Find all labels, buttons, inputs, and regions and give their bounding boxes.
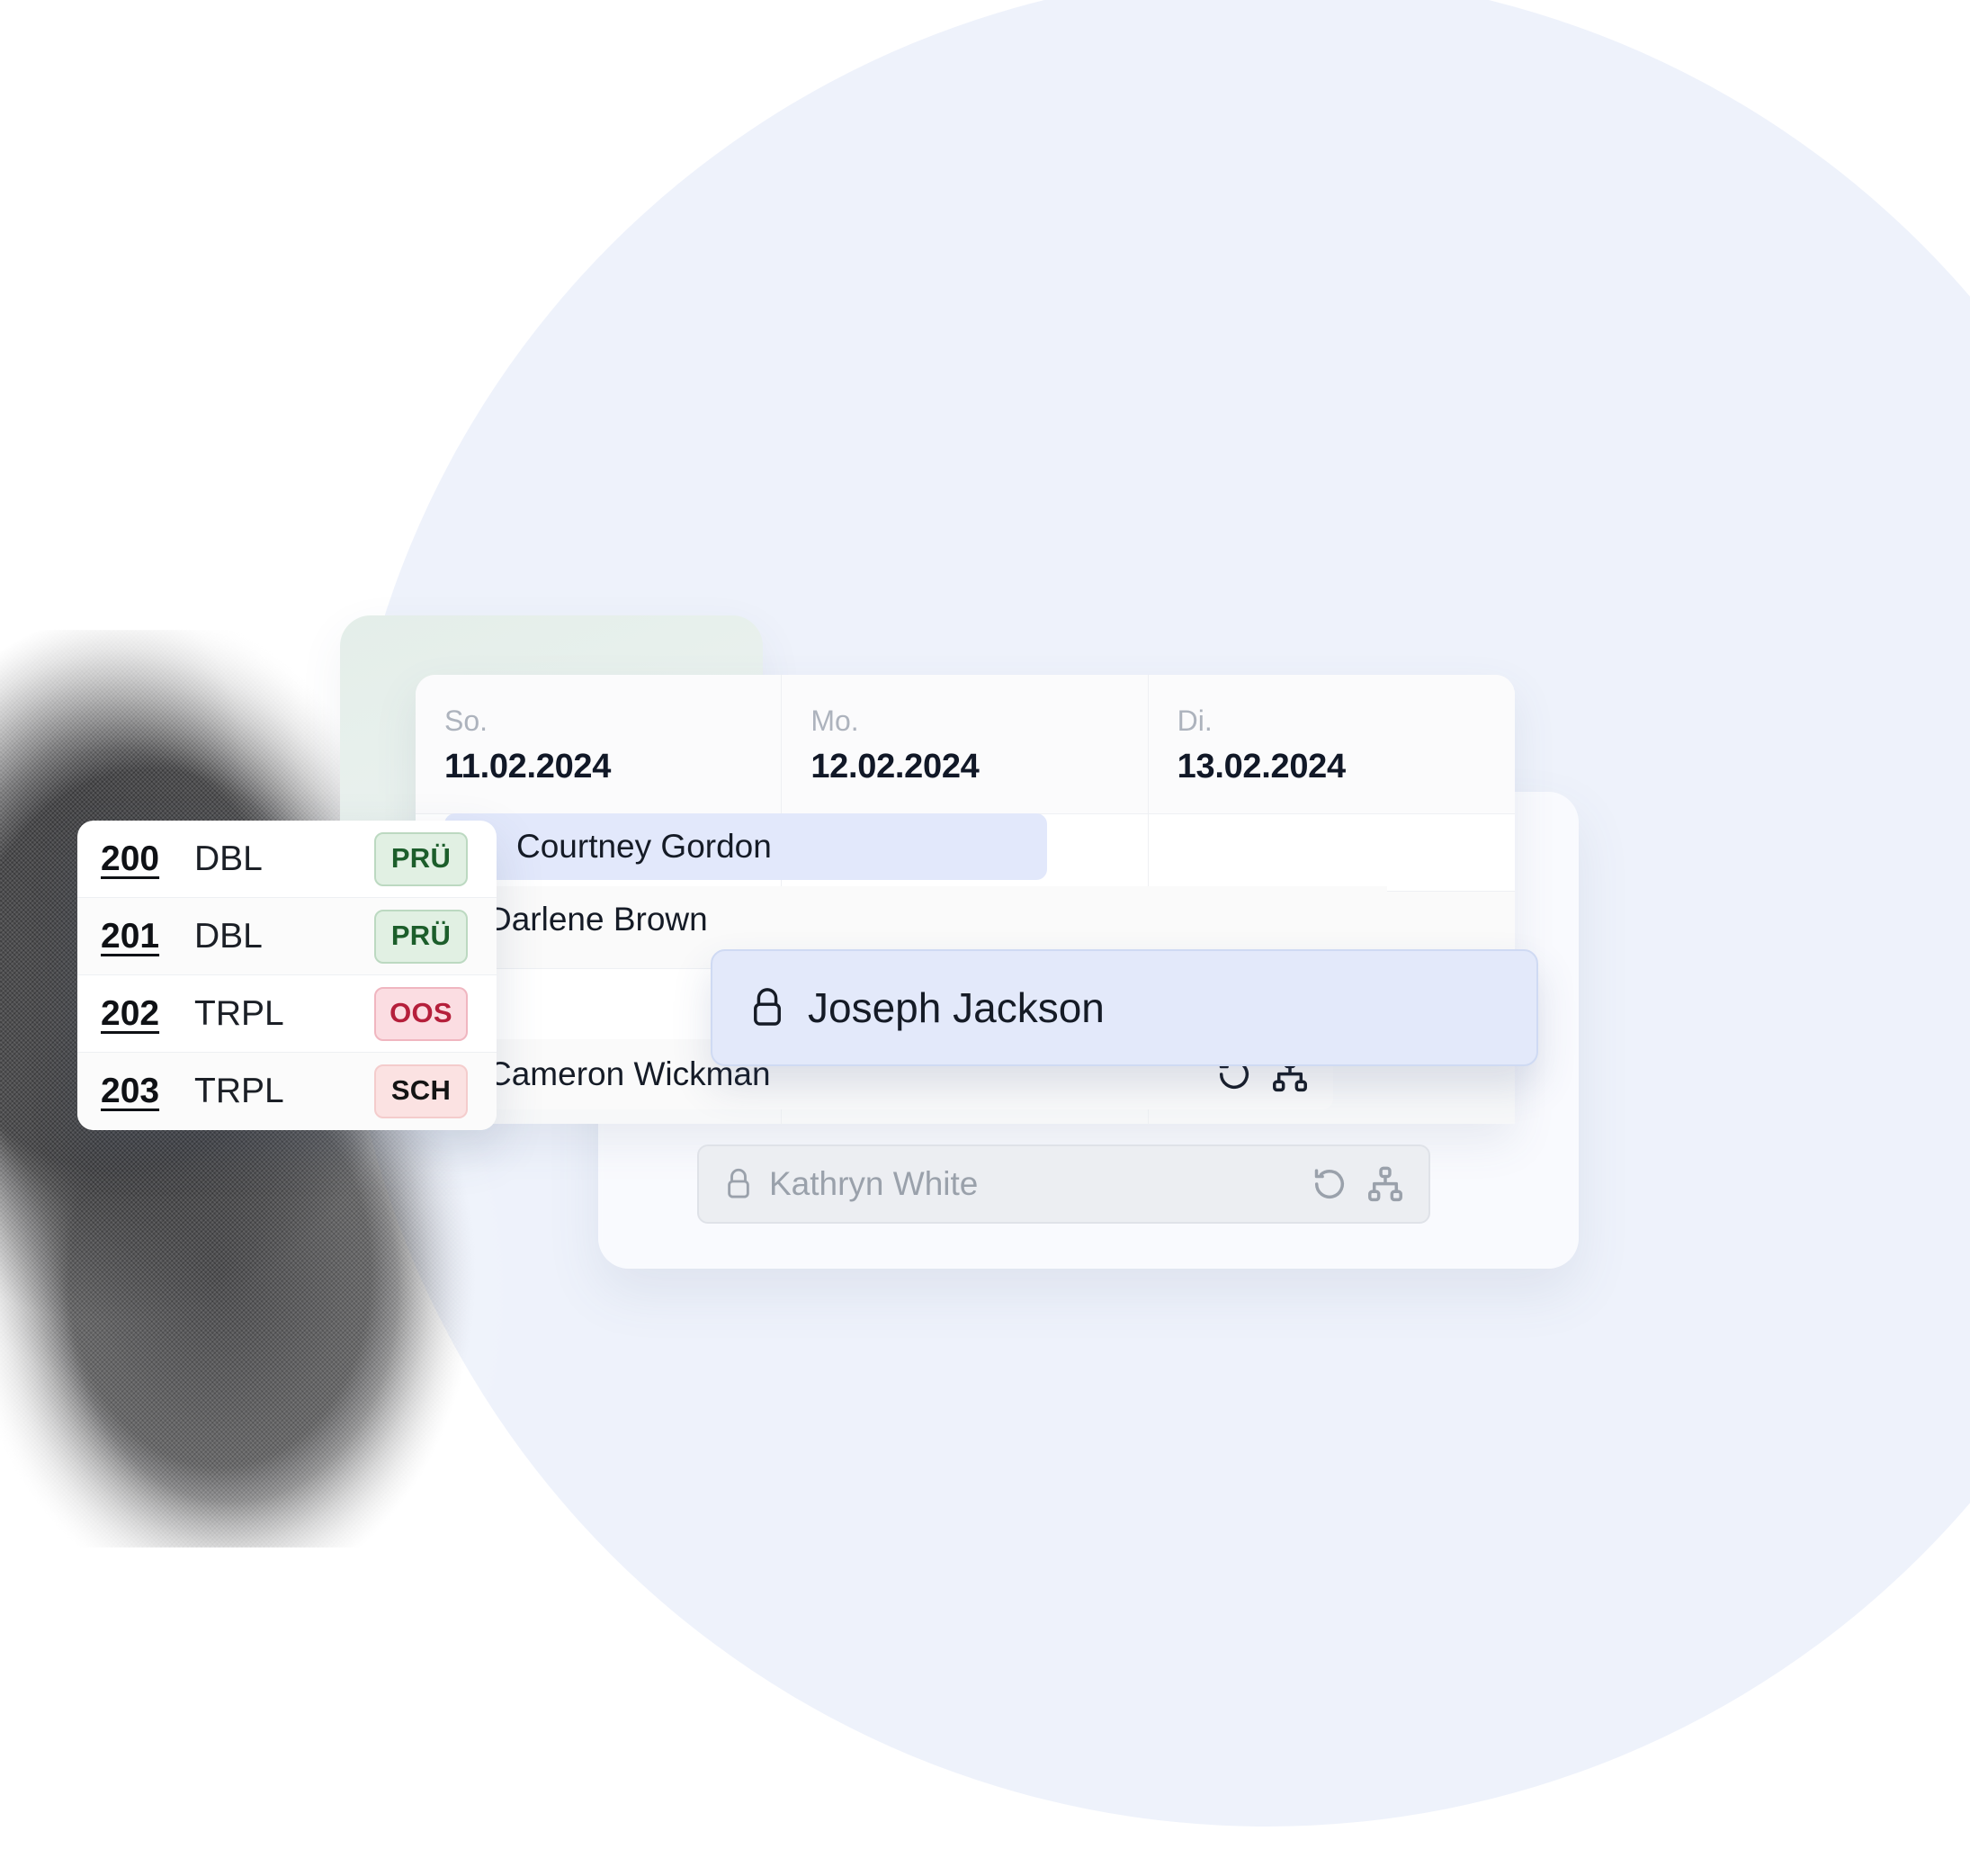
calendar-day-of-week: Mo. (810, 705, 859, 737)
room-row[interactable]: 200 DBL PRÜ (77, 821, 497, 898)
sitemap-icon[interactable] (1366, 1164, 1405, 1204)
room-row[interactable]: 201 DBL PRÜ (77, 898, 497, 975)
rooms-panel: 200 DBL PRÜ 201 DBL PRÜ 202 TRPL OOS 203… (77, 821, 497, 1130)
calendar-header-row: So. 11.02.2024 Mo. 12.02.2024 Di. 13.02.… (416, 675, 1515, 815)
history-icon[interactable] (1310, 1164, 1349, 1204)
calendar-day-of-week: So. (444, 705, 488, 737)
status-badge[interactable]: PRÜ (374, 831, 468, 886)
placeholder-actions (1310, 1164, 1405, 1204)
booking-guest-name: Darlene Brown (488, 901, 708, 938)
calendar-date: 12.02.2024 (810, 748, 980, 786)
room-number[interactable]: 203 (101, 1072, 187, 1111)
calendar-date: 13.02.2024 (1177, 748, 1346, 786)
room-number[interactable]: 202 (101, 994, 187, 1034)
dragging-guest-name: Joseph Jackson (808, 984, 1105, 1031)
calendar-day-of-week: Di. (1177, 705, 1213, 737)
room-type: TRPL (194, 1072, 284, 1110)
calendar-date: 11.02.2024 (444, 748, 612, 786)
status-badge[interactable]: OOS (374, 986, 468, 1041)
lock-icon (747, 984, 788, 1031)
status-badge[interactable]: PRÜ (374, 909, 468, 964)
dragging-booking-card-joseph-jackson[interactable]: Joseph Jackson (711, 949, 1538, 1066)
room-row[interactable]: 203 TRPL SCH (77, 1053, 497, 1130)
room-number[interactable]: 200 (101, 839, 187, 879)
booking-guest-name: Courtney Gordon (516, 828, 772, 865)
lock-icon (722, 1166, 755, 1202)
calendar-column-header[interactable]: Di. 13.02.2024 (1148, 675, 1515, 815)
room-type: DBL (194, 916, 263, 956)
calendar-cell[interactable] (1149, 814, 1515, 891)
drop-placeholder-kathryn-white[interactable]: Kathryn White (697, 1144, 1430, 1224)
calendar-column-header[interactable]: So. 11.02.2024 (416, 675, 783, 815)
room-number[interactable]: 201 (101, 917, 187, 956)
calendar-column-header[interactable]: Mo. 12.02.2024 (782, 675, 1149, 815)
booking-chip-darlene-brown[interactable]: Darlene Brown (416, 886, 1387, 953)
status-badge[interactable]: SCH (374, 1064, 468, 1118)
room-type: DBL (194, 839, 263, 878)
booking-chip-courtney-gordon[interactable]: Courtney Gordon (444, 813, 1047, 880)
placeholder-guest-name: Kathryn White (769, 1165, 979, 1202)
screenshot-stage: So. 11.02.2024 Mo. 12.02.2024 Di. 13.02.… (0, 0, 1970, 1876)
room-type: TRPL (194, 993, 284, 1033)
room-row[interactable]: 202 TRPL OOS (77, 975, 497, 1053)
